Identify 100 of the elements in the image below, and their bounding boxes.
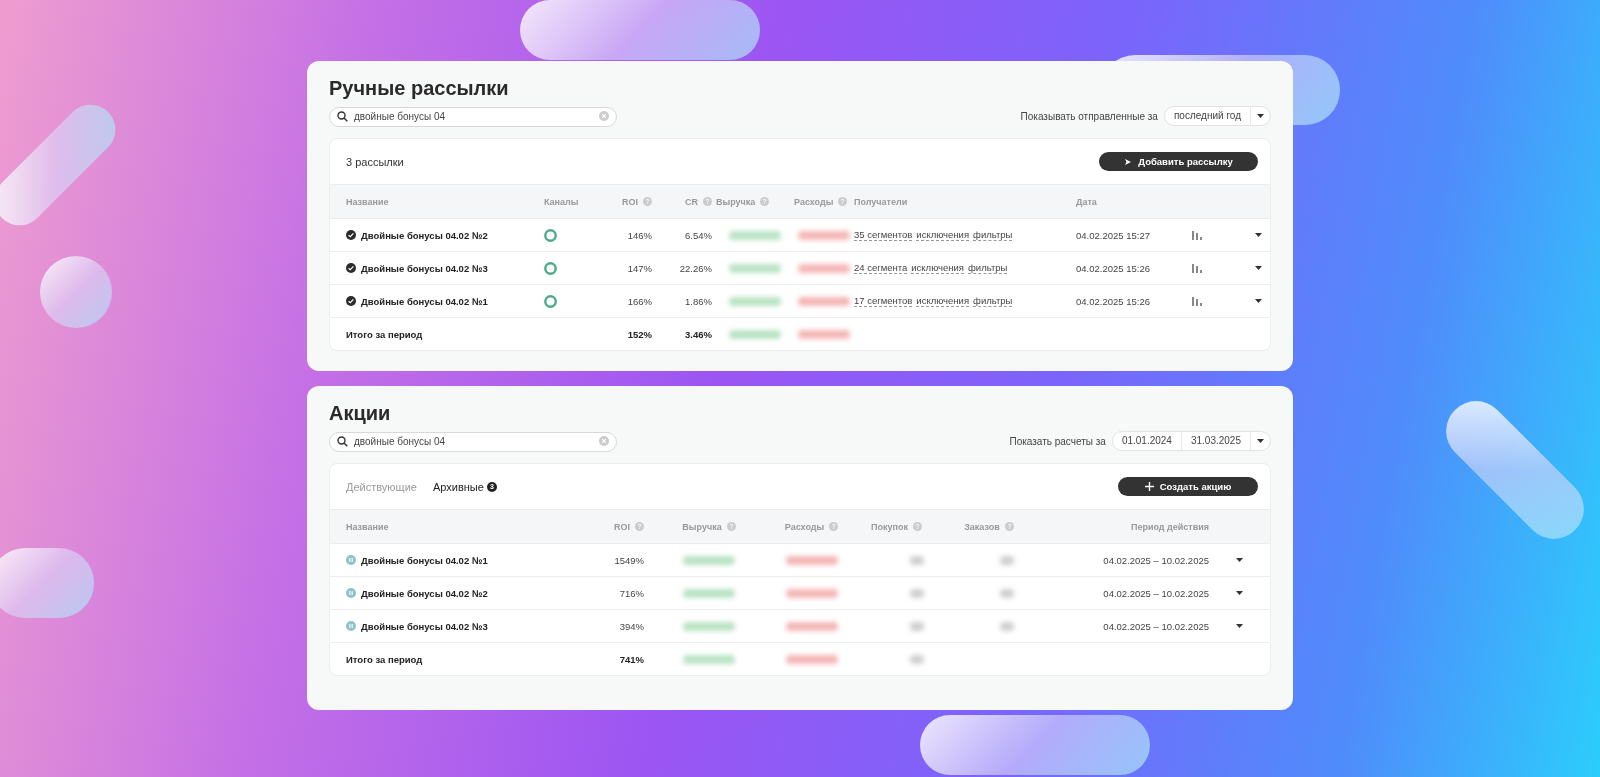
blurred-value: [729, 230, 781, 240]
caret-icon: [1254, 299, 1262, 303]
search-field[interactable]: двойные бонусы 04: [329, 106, 617, 127]
add-button[interactable]: Добавить рассылку: [1099, 152, 1258, 171]
search-icon: [337, 435, 348, 447]
column-header: ROI: [622, 196, 638, 207]
blurred-value: [798, 230, 850, 240]
row-title: Двойные бонусы 04.02 №3: [361, 262, 488, 274]
bar-chart-icon: [1192, 230, 1203, 240]
table-value: 6.54%: [685, 229, 712, 241]
row-title: Двойные бонусы 04.02 №3: [361, 620, 488, 632]
row-title: Двойные бонусы 04.02 №2: [361, 587, 488, 599]
filter-label: Показать расчеты за: [1009, 435, 1106, 447]
blurred-value: [683, 555, 735, 565]
blurred-value: [910, 621, 924, 631]
blurred-value: [798, 263, 850, 273]
blurred-value: [1000, 588, 1014, 598]
blurred-value: [798, 296, 850, 306]
page-title: Акции: [329, 402, 392, 425]
arrow-icon: [1124, 157, 1133, 166]
column-header: Расходы: [784, 521, 825, 532]
blurred-value: [798, 329, 850, 339]
table-value: 04.02.2025 15:26: [1076, 262, 1150, 274]
blurred-value: [910, 555, 924, 565]
column-header: Каналы: [544, 196, 579, 207]
blurred-value: [910, 654, 924, 664]
table-value: 04.02.2025 – 10.02.2025: [1103, 587, 1209, 599]
caret-icon: [1257, 439, 1264, 443]
select-value: 01.01.2024: [1112, 432, 1182, 450]
table-value: 716%: [619, 587, 644, 599]
table-value: 147%: [627, 262, 652, 274]
table-value: 04.02.2025 – 10.02.2025: [1103, 554, 1209, 566]
recipients-link[interactable]: исключения: [916, 229, 970, 241]
add-button[interactable]: Создать акцию: [1118, 477, 1258, 496]
plus-icon: [1144, 482, 1154, 491]
column-header: Название: [346, 521, 389, 532]
pause-circle-icon: [346, 621, 356, 631]
recipients-link[interactable]: 35 сегментов: [854, 229, 913, 241]
caret-icon: [1254, 266, 1262, 270]
expand-button[interactable]: [1233, 621, 1246, 631]
column-header: CR: [685, 196, 698, 207]
blurred-value: [910, 588, 924, 598]
recipients-link[interactable]: исключения: [916, 295, 970, 307]
caret-icon: [1257, 114, 1264, 118]
pause-circle-icon: [346, 588, 356, 598]
table-value: 146%: [627, 229, 652, 241]
table-value: 04.02.2025 15:27: [1076, 229, 1150, 241]
search-field[interactable]: двойные бонусы 04: [329, 431, 617, 452]
row-title: Двойные бонусы 04.02 №2: [361, 229, 488, 241]
caret-icon: [1236, 624, 1243, 628]
bar-chart-icon: [1192, 296, 1203, 306]
column-header: Название: [346, 196, 389, 207]
filter-label: Показывать отправленные за: [1020, 110, 1158, 122]
expand-button[interactable]: [1233, 588, 1246, 598]
blurred-value: [785, 621, 838, 631]
row-title: Двойные бонусы 04.02 №1: [361, 295, 488, 307]
blurred-value: [683, 654, 735, 664]
bar-chart-icon: [1192, 263, 1203, 273]
recipients-link[interactable]: фильтры: [973, 229, 1013, 241]
blurred-value: [785, 654, 838, 664]
page-title: Ручные рассылки: [329, 77, 510, 100]
caret-icon: [1236, 558, 1243, 562]
table-value: 152%: [627, 328, 652, 340]
recipients-link[interactable]: исключения: [911, 262, 964, 274]
caret-icon: [1236, 591, 1243, 595]
recipients-link[interactable]: фильтры: [973, 295, 1013, 307]
table-value: 3.46%: [685, 328, 712, 340]
blurred-value: [729, 263, 781, 273]
search-icon: [337, 110, 348, 122]
check-circle-icon: [346, 263, 356, 273]
column-header: Выручка: [716, 196, 756, 207]
period-select[interactable]: последний год: [1163, 106, 1271, 126]
blurred-value: [785, 555, 838, 565]
blurred-value: [1000, 555, 1014, 565]
select-value: 31.03.2025: [1181, 432, 1251, 450]
clear-icon: [599, 111, 609, 121]
total-label: Итого за период: [346, 328, 423, 340]
recipients-link[interactable]: 17 сегментов: [854, 295, 913, 307]
blurred-value: [729, 329, 781, 339]
table-value: 04.02.2025 – 10.02.2025: [1103, 620, 1209, 632]
clear-icon: [599, 436, 609, 446]
expand-button[interactable]: [1233, 555, 1246, 565]
row-title: Двойные бонусы 04.02 №1: [361, 554, 488, 566]
blurred-value: [785, 588, 838, 598]
table-value: 1.86%: [685, 295, 712, 307]
period-select[interactable]: 01.01.2024 31.03.2025: [1111, 431, 1271, 451]
blurred-value: [1000, 621, 1014, 631]
blurred-value: [729, 296, 781, 306]
column-header: Расходы: [794, 196, 834, 207]
recipients-link[interactable]: фильтры: [968, 262, 1008, 274]
select-value: последний год: [1164, 107, 1251, 125]
pause-circle-icon: [346, 555, 356, 565]
blurred-value: [683, 588, 735, 598]
check-circle-icon: [346, 296, 356, 306]
results-count: 3 рассылки: [346, 155, 404, 168]
table-value: 1549%: [614, 554, 644, 566]
column-header: ROI: [614, 521, 630, 532]
recipients-link[interactable]: 24 сегмента: [854, 262, 908, 274]
column-header: Покупок: [871, 521, 908, 532]
table-value: 166%: [627, 295, 652, 307]
